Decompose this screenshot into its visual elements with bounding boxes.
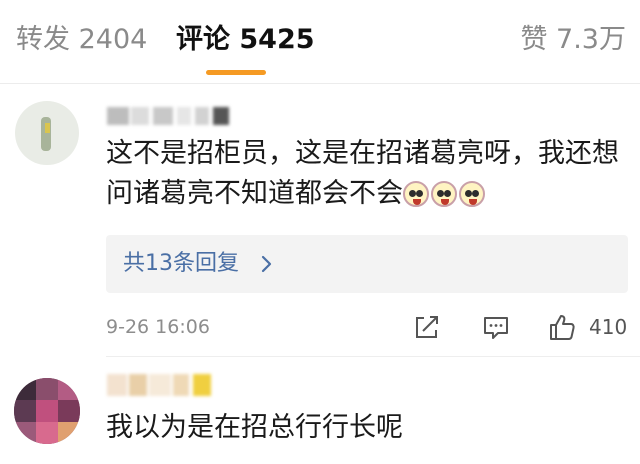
- comment-divider: [106, 356, 640, 357]
- comment-text: 这不是招柜员，这是在招诸葛亮呀，我还想 问诸葛亮不知道都会不会: [106, 134, 619, 215]
- astonished-face-icon: [459, 180, 485, 207]
- view-replies-link[interactable]: 共13条回复: [123, 244, 239, 284]
- like-count: 410: [589, 315, 628, 339]
- astonished-face-icon: [403, 180, 429, 207]
- comment-timestamp: 9-26 16:06: [106, 316, 210, 338]
- replies-panel[interactable]: 共13条回复: [106, 235, 628, 293]
- comment-icon[interactable]: [481, 312, 511, 342]
- tab-reposts[interactable]: 转发 2404: [16, 20, 147, 60]
- tab-comments[interactable]: 评论 5425: [176, 20, 315, 60]
- comment-text-line: 这不是招柜员，这是在招诸葛亮呀，我还想: [106, 138, 619, 169]
- username-blurred[interactable]: [107, 372, 217, 398]
- avatar[interactable]: [14, 378, 80, 444]
- tab-divider: [0, 83, 640, 84]
- active-tab-indicator: [206, 70, 266, 75]
- tab-likes[interactable]: 赞 7.3万: [520, 20, 626, 60]
- comment-text: 我以为是在招总行行长呢: [106, 412, 403, 443]
- chevron-right-icon: [261, 255, 272, 273]
- astonished-face-icon: [431, 180, 457, 207]
- thumbs-up-icon[interactable]: [547, 312, 577, 342]
- comment-text-line: 问诸葛亮不知道都会不会: [106, 174, 619, 215]
- share-icon[interactable]: [412, 312, 442, 342]
- tab-bar: 转发 2404 评论 5425 赞 7.3万: [0, 0, 640, 80]
- username-blurred[interactable]: [107, 103, 231, 129]
- emoji-group: [403, 175, 487, 215]
- comment-actions: 9-26 16:06 410: [0, 308, 640, 346]
- avatar[interactable]: [15, 101, 79, 165]
